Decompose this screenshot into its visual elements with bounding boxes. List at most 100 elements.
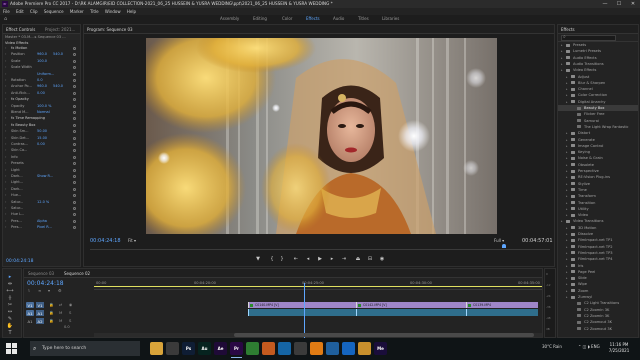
expand-arrow-icon[interactable]: ▸ (566, 200, 568, 206)
property-value[interactable]: Uniform... (37, 72, 54, 77)
expand-arrow-icon[interactable]: ▸ (566, 162, 568, 168)
expand-arrow-icon[interactable]: ▸ (566, 244, 568, 250)
tab-project[interactable]: Project: 2021... (45, 27, 75, 32)
audio-clip[interactable] (356, 309, 466, 316)
keyframe-icon[interactable] (73, 162, 76, 166)
expand-arrow-icon[interactable]: ▸ (566, 86, 568, 92)
effects-tree-item[interactable]: ▸ 3D Motion (558, 225, 638, 231)
tab-sequence-03[interactable]: Sequence 03 (28, 271, 54, 276)
effect-property-row[interactable]: › fx Beauty Box (3, 123, 80, 128)
toggle-animation-icon[interactable]: › (5, 52, 6, 57)
toggle-animation-icon[interactable]: › (5, 193, 6, 198)
effects-tree-item[interactable]: ▸ Zumwyl (558, 294, 638, 300)
expand-arrow-icon[interactable]: ▸ (566, 281, 568, 287)
chrome-icon[interactable] (246, 342, 259, 355)
menu-edit[interactable]: Edit (16, 8, 24, 15)
expand-arrow-icon[interactable]: ▸ (566, 130, 568, 136)
effects-tree-item[interactable]: ▸ FilmImpact.net TP1 (558, 237, 638, 243)
workspace-color[interactable]: Color (282, 16, 292, 21)
toggle-animation-icon[interactable]: › (5, 174, 6, 179)
effect-property-row[interactable]: › Scale Width (3, 65, 80, 70)
effects-tree-item[interactable]: ▸ FilmImpact.net TP3 (558, 250, 638, 256)
master-volume-value[interactable]: 0.0 (64, 325, 70, 329)
mark-out-button[interactable]: } (278, 254, 286, 264)
expand-arrow-icon[interactable]: ▸ (566, 263, 568, 269)
program-scrub-bar[interactable] (90, 247, 550, 250)
expand-arrow-icon[interactable]: ▸ (566, 99, 568, 105)
premiere-icon[interactable]: Pr (230, 342, 243, 358)
property-value[interactable]: 12.0 % (37, 200, 49, 205)
timeline-horizontal-scrollbar[interactable] (94, 333, 542, 337)
effect-property-row[interactable]: › Contras... 0.00 (3, 142, 80, 147)
effect-property-row[interactable]: › Skin Sm... 50.00 (3, 129, 80, 134)
expand-arrow-icon[interactable]: ▸ (566, 231, 568, 237)
time-ruler[interactable] (94, 287, 542, 290)
effect-property-row[interactable]: › Satur... (3, 206, 80, 211)
effect-property-row[interactable]: › Rotation 0.0 (3, 78, 80, 83)
effects-tree-item[interactable]: ▸ Blur & Sharpen (558, 80, 638, 86)
effects-tree-item[interactable]: Samurai (558, 118, 638, 124)
expand-arrow-icon[interactable]: ▸ (561, 48, 563, 54)
property-value[interactable]: 960.0 (37, 52, 47, 57)
effect-property-row[interactable]: › Satur... 12.0 % (3, 200, 80, 205)
effect-property-row[interactable]: › fx Motion (3, 46, 80, 51)
property-value[interactable]: Show R... (37, 174, 53, 179)
keyframe-icon[interactable] (73, 130, 76, 134)
keyframe-icon[interactable] (73, 219, 76, 223)
effects-tree-item[interactable]: ▸ Audio Effects (558, 55, 638, 61)
pen-tool-icon[interactable]: ✎ (6, 316, 14, 322)
effect-property-row[interactable]: › Anti-flick... 0.00 (3, 91, 80, 96)
lock-icon[interactable]: 🔒 (49, 317, 54, 324)
timeline-timecode[interactable]: 00:04:24:18 (27, 280, 64, 287)
toggle-animation-icon[interactable]: › (5, 161, 6, 166)
effects-tree-item[interactable]: ▸ Utility (558, 206, 638, 212)
slip-tool-icon[interactable]: ↔ (6, 309, 14, 315)
expand-arrow-icon[interactable]: ▸ (566, 155, 568, 161)
source-patch-v1[interactable]: V1 (26, 301, 34, 308)
toggle-animation-icon[interactable]: › (5, 123, 6, 128)
expand-arrow-icon[interactable]: ▸ (566, 294, 568, 300)
track-target-a2[interactable]: A2 (36, 317, 44, 324)
program-playhead[interactable] (502, 244, 506, 248)
video-clip[interactable]: C0139.MP4 (466, 302, 538, 308)
menu-help[interactable]: Help (127, 8, 136, 15)
effects-tree-item[interactable]: C2 Zoomout 3K (558, 319, 638, 325)
expand-arrow-icon[interactable]: ▸ (566, 174, 568, 180)
store-icon[interactable] (294, 342, 307, 355)
timeline-scroll-thumb[interactable] (234, 333, 534, 337)
expand-arrow-icon[interactable]: ▸ (566, 92, 568, 98)
expand-arrow-icon[interactable]: ▸ (566, 193, 568, 199)
menu-file[interactable]: File (3, 8, 10, 15)
effect-property-row[interactable]: › Light (3, 168, 80, 173)
keyframe-icon[interactable] (73, 207, 76, 210)
property-value[interactable]: 100.0 % (37, 104, 51, 109)
toggle-animation-icon[interactable]: › (5, 110, 6, 115)
property-value[interactable]: Pixel R... (37, 225, 52, 230)
ripple-edit-tool-icon[interactable]: ⟷ (6, 288, 14, 294)
effect-property-row[interactable]: › Dark... (3, 187, 80, 192)
keyframe-icon[interactable] (73, 47, 76, 50)
export-frame-button[interactable]: ◉ (378, 254, 386, 264)
expand-arrow-icon[interactable]: ▸ (566, 212, 568, 218)
effects-tree-item[interactable]: C2 Light Transitions (558, 300, 638, 306)
menu-clip[interactable]: Clip (30, 8, 38, 15)
keyframe-icon[interactable] (73, 53, 76, 57)
mail-icon[interactable] (342, 342, 355, 355)
expand-arrow-icon[interactable]: ▸ (566, 80, 568, 86)
property-value[interactable]: Normal (37, 110, 50, 115)
menu-marker[interactable]: Marker (70, 8, 84, 15)
property-value[interactable]: 0.00 (37, 91, 45, 96)
effect-property-row[interactable]: › Hue L... (3, 212, 80, 217)
effects-tree-item[interactable]: ▸ Lumetri Presets (558, 48, 638, 54)
effect-controls-timecode[interactable]: 00:04:24:18 (6, 259, 33, 264)
effects-tree-item[interactable]: ▸ Zoom (558, 288, 638, 294)
razor-tool-icon[interactable]: ✂ (6, 302, 14, 308)
keyframe-icon[interactable] (73, 91, 76, 95)
toggle-animation-icon[interactable]: › (5, 206, 6, 211)
home-icon[interactable]: ⌂ (4, 16, 10, 22)
keyframe-icon[interactable] (73, 98, 76, 102)
expand-arrow-icon[interactable]: ▸ (566, 256, 568, 262)
expand-arrow-icon[interactable]: ▸ (566, 237, 568, 243)
keyframe-icon[interactable] (73, 175, 76, 178)
keyframe-icon[interactable] (73, 168, 76, 172)
